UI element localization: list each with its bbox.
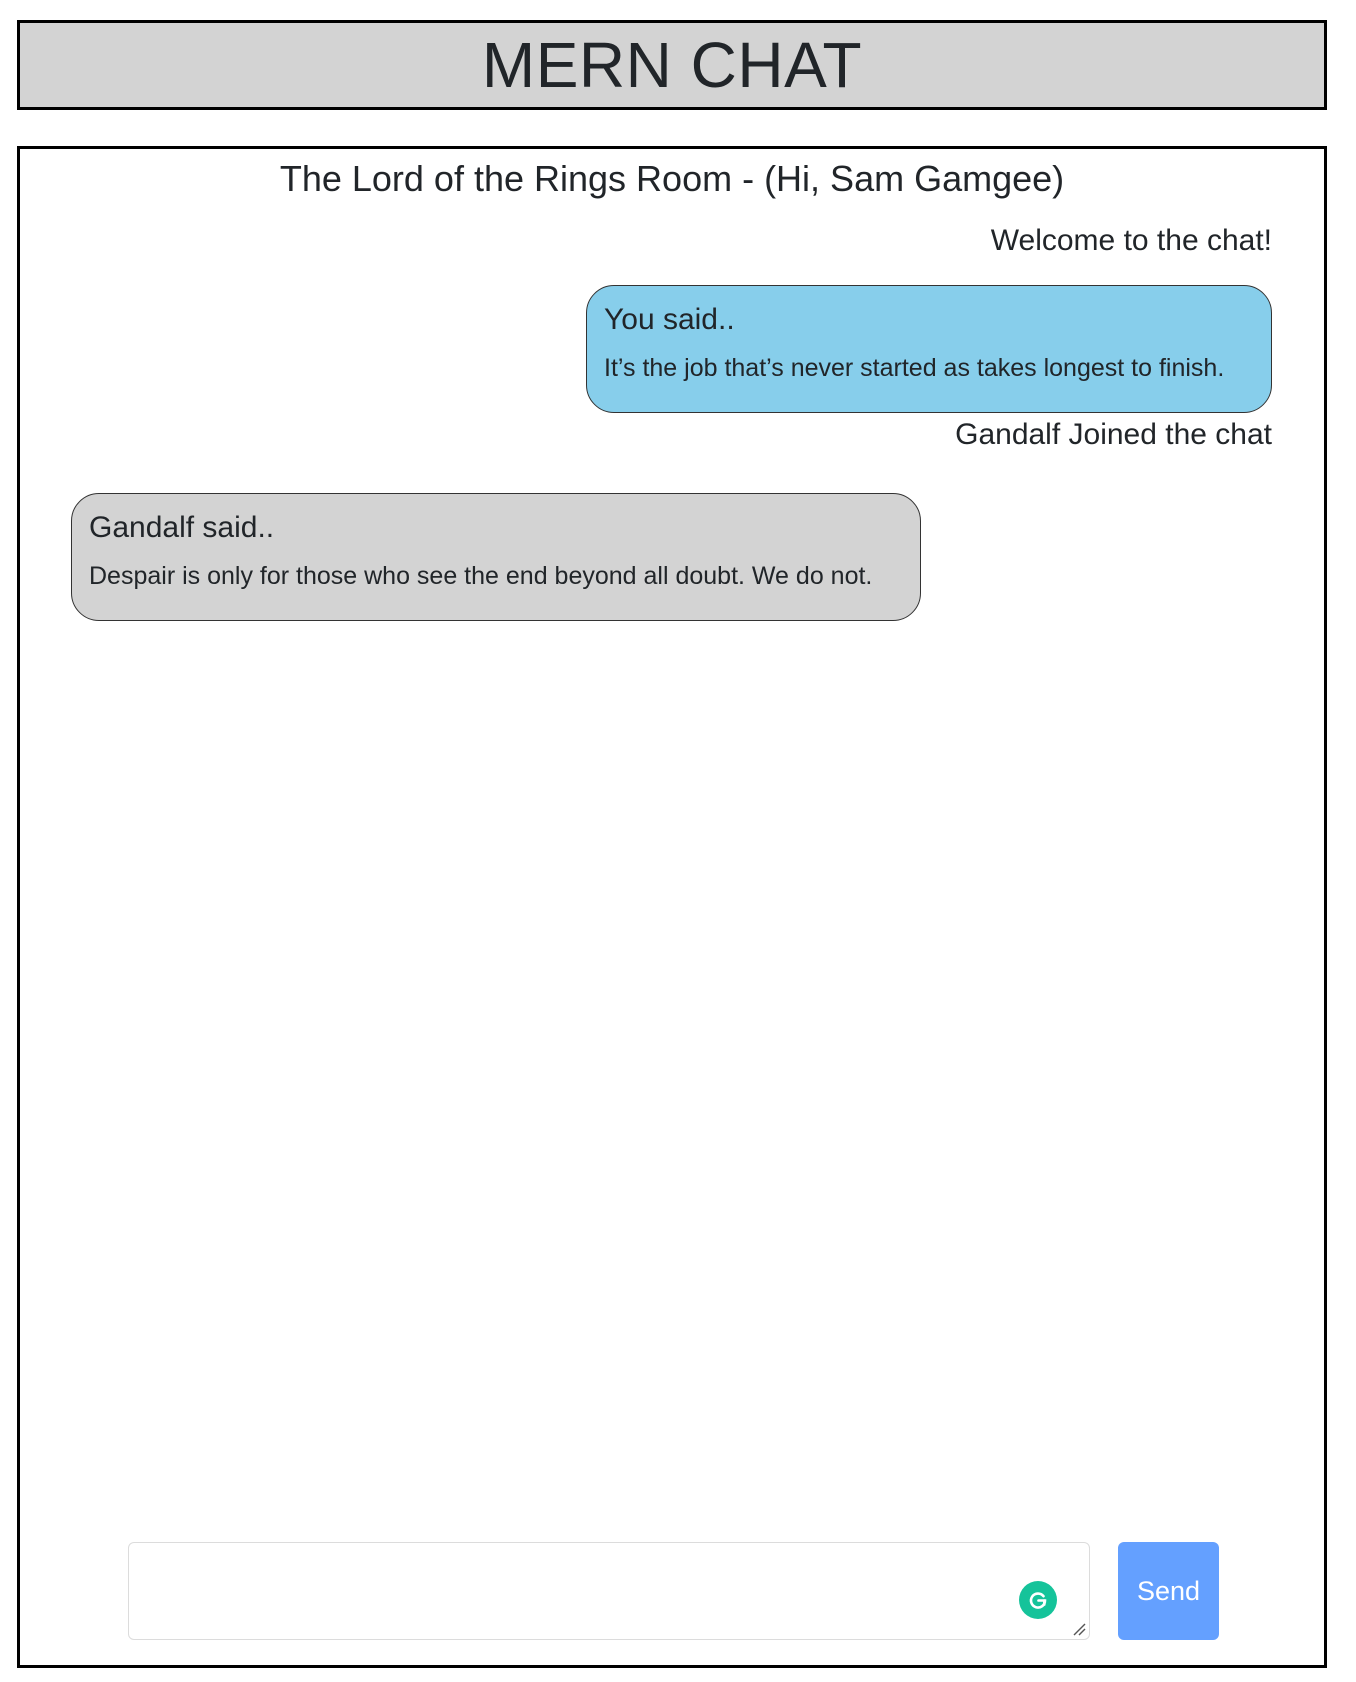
message-author: You said.. bbox=[604, 303, 735, 336]
chat-panel: The Lord of the Rings Room - (Hi, Sam Ga… bbox=[17, 146, 1327, 1668]
system-message: Welcome to the chat! bbox=[990, 224, 1272, 257]
message-text: Despair is only for those who see the en… bbox=[89, 562, 873, 590]
system-message: Gandalf Joined the chat bbox=[955, 418, 1272, 451]
message-author: Gandalf said.. bbox=[89, 511, 275, 544]
message-bubble-other: Gandalf said.. Despair is only for those… bbox=[71, 493, 921, 621]
message-bubble-self: You said.. It’s the job that’s never sta… bbox=[586, 285, 1272, 413]
grammarly-icon[interactable] bbox=[1019, 1581, 1057, 1619]
app-header: MERN CHAT bbox=[17, 20, 1327, 110]
room-title: The Lord of the Rings Room - (Hi, Sam Ga… bbox=[279, 158, 1065, 199]
resize-handle-icon[interactable] bbox=[1071, 1621, 1087, 1637]
message-input[interactable] bbox=[129, 1543, 1089, 1639]
send-button[interactable]: Send bbox=[1118, 1542, 1219, 1640]
message-input-wrapper bbox=[128, 1542, 1090, 1640]
app-title: MERN CHAT bbox=[481, 29, 863, 101]
message-text: It’s the job that’s never started as tak… bbox=[604, 354, 1225, 382]
